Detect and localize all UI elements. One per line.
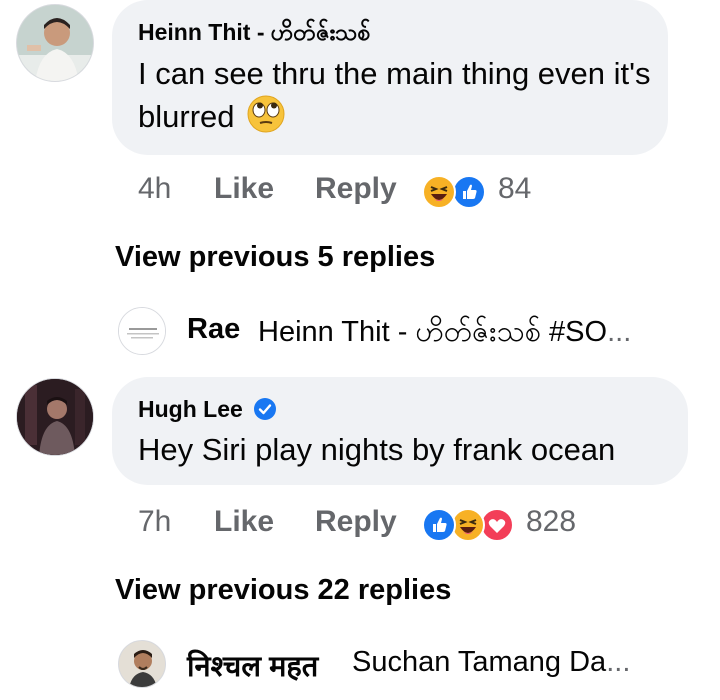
comment-timestamp: 4h bbox=[138, 172, 172, 205]
avatar[interactable] bbox=[16, 378, 94, 456]
reply-text: Heinn Thit - ဟိတ်ဇ်းသစ် #SO... bbox=[258, 313, 631, 356]
reply-author[interactable]: Rae bbox=[187, 313, 240, 346]
haha-icon bbox=[422, 175, 456, 209]
view-previous-replies-link[interactable]: View previous 22 replies bbox=[115, 574, 451, 607]
reply-button[interactable]: Reply bbox=[315, 505, 397, 539]
reaction-count: 828 bbox=[526, 505, 577, 538]
comment-thread: Heinn Thit - ဟိတ်ဇ်းသစ် I can see thru t… bbox=[0, 0, 720, 700]
reply-text: Suchan Tamang Da... bbox=[352, 646, 630, 679]
reply-button[interactable]: Reply bbox=[315, 172, 397, 206]
like-button[interactable]: Like bbox=[214, 172, 274, 206]
reactions-summary[interactable]: 828 bbox=[422, 505, 592, 545]
avatar[interactable] bbox=[16, 4, 94, 82]
reaction-count: 84 bbox=[498, 172, 532, 205]
reply-ellipsis: ... bbox=[607, 316, 632, 348]
like-button[interactable]: Like bbox=[214, 505, 274, 539]
love-icon bbox=[480, 508, 514, 542]
comment-author[interactable]: Hugh Lee bbox=[138, 396, 277, 427]
reply-avatar[interactable] bbox=[118, 640, 166, 688]
comment-author-name: Hugh Lee bbox=[138, 396, 243, 422]
verified-badge-icon bbox=[253, 397, 277, 427]
haha-icon bbox=[451, 508, 485, 542]
reply-avatar-photo bbox=[119, 641, 165, 687]
like-icon bbox=[422, 508, 456, 542]
face-with-rolling-eyes-icon bbox=[247, 95, 285, 144]
avatar-photo bbox=[17, 379, 93, 455]
reply-text-content: Heinn Thit - ဟိတ်ဇ်းသစ် #SO bbox=[258, 316, 608, 348]
comment-text: I can see thru the main thing even it's … bbox=[138, 52, 658, 144]
comment-text: Hey Siri play nights by frank ocean bbox=[138, 432, 616, 467]
comment-author[interactable]: Heinn Thit - ဟိတ်ဇ်းသစ် bbox=[138, 18, 370, 52]
avatar-photo bbox=[17, 5, 93, 81]
reply-avatar-photo bbox=[119, 308, 165, 354]
reply-author[interactable]: निश्चल महत bbox=[187, 646, 318, 685]
reactions-summary[interactable]: 84 bbox=[422, 172, 552, 212]
reply-text-content: Suchan Tamang Da bbox=[352, 646, 607, 678]
comment-text-content: I can see thru the main thing even it's … bbox=[138, 56, 651, 134]
reply-ellipsis: ... bbox=[606, 646, 631, 678]
view-previous-replies-link[interactable]: View previous 5 replies bbox=[115, 241, 435, 274]
reply-avatar[interactable] bbox=[118, 307, 166, 355]
like-icon bbox=[452, 175, 486, 209]
comment-timestamp: 7h bbox=[138, 505, 172, 538]
